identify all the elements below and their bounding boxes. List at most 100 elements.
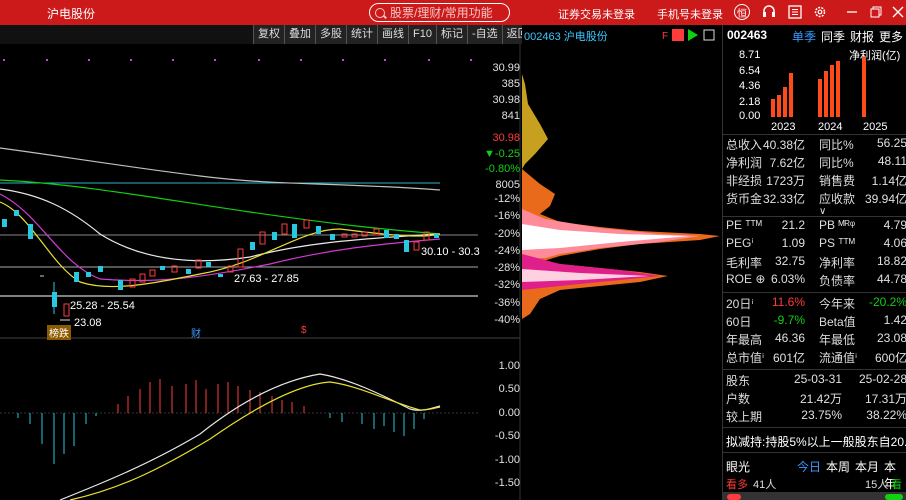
year-label: 2024: [818, 121, 843, 133]
ma-line-green: [0, 179, 441, 235]
perf-row: 20日ⁱ 11.6% 今年来 -20.2%: [723, 295, 906, 313]
fin-label: 同比%: [819, 138, 854, 152]
toolbar-fuquan-button[interactable]: 复权: [253, 25, 284, 44]
perf-value: 46.36: [774, 331, 805, 345]
holder-label: 户数: [726, 392, 751, 406]
price-label: 8005: [495, 179, 520, 191]
macd-axis: 1.00 0.50 0.00 -0.50 -1.00 -1.50: [482, 360, 522, 495]
fin-value: 32.33亿: [762, 192, 805, 206]
fin-value: 48.11: [877, 154, 906, 168]
fin-row: 总收入 40.38亿 同比% 56.25: [723, 136, 906, 154]
val-label: 净利率: [819, 256, 856, 270]
toolbar-draw-line-button[interactable]: 画线: [377, 25, 408, 44]
holder-value: 21.42万: [799, 392, 842, 406]
range-label-mid: 27.63 - 27.85: [234, 273, 299, 285]
val-value: 21.2: [781, 218, 805, 232]
tab-report[interactable]: 财报: [850, 28, 874, 45]
drop-tag[interactable]: 榜跌: [47, 325, 71, 340]
holder-row: 较上期 23.75% 38.22%: [723, 408, 906, 426]
eye-tab-today[interactable]: 今日: [797, 458, 821, 475]
dollar-tag[interactable]: $: [301, 325, 307, 336]
minimize-icon[interactable]: [844, 4, 860, 20]
holder-value: 25-02-28: [858, 372, 906, 386]
tab-same-quarter[interactable]: 同季: [821, 28, 845, 45]
price-label: -20%: [494, 228, 520, 240]
bear-count: 15人: [865, 479, 889, 491]
kline-chart[interactable]: [0, 44, 722, 500]
sentiment-bar: [723, 492, 906, 500]
macd-histogram: [17, 379, 425, 464]
price-label: -12%: [494, 193, 520, 205]
divider: [723, 369, 906, 370]
holder-label: 较上期: [726, 410, 763, 424]
perf-label: 20日ⁱ: [726, 297, 754, 311]
val-value: 6.03%: [770, 272, 805, 286]
chart-toolbar: 复权 叠加 多股 统计 画线 F10 标记 -自选 返回: [253, 25, 533, 44]
bull-count: 41人: [753, 479, 777, 491]
val-row: ROE ⊕ 6.03% 负债率 44.78: [723, 272, 906, 290]
val-row: 毛利率 32.75 净利率 18.82: [723, 254, 906, 272]
divider: [723, 292, 906, 293]
perf-row: 60日 -9.7% Beta值 1.42: [723, 313, 906, 331]
val-label: PE ᵀᵀᴹ: [726, 218, 762, 232]
quote-header-icons[interactable]: F: [662, 28, 718, 42]
menu-icon[interactable]: [787, 4, 803, 20]
toolbar-stats-button[interactable]: 统计: [346, 25, 377, 44]
divider: [723, 427, 906, 428]
close-icon[interactable]: [890, 4, 906, 20]
price-label: 30.98: [492, 94, 520, 106]
search-placeholder: 股票/理财/常用功能: [390, 6, 493, 20]
toolbar-remove-watchlist-button[interactable]: -自选: [466, 25, 502, 44]
ma-line-grey: [0, 147, 441, 191]
search-icon: [375, 7, 385, 18]
phone-login-link[interactable]: 手机号未登录: [657, 6, 723, 22]
eye-tab-week[interactable]: 本周: [826, 458, 850, 475]
perf-label: 年最高: [726, 333, 763, 347]
tab-more[interactable]: 更多: [879, 28, 903, 45]
fin-value: 56.25: [876, 136, 906, 150]
val-label: PB ᴹᴿᵠ: [819, 218, 856, 232]
restore-icon[interactable]: [868, 4, 884, 20]
bar-axis-label: 4.36: [739, 80, 761, 92]
signal-dots: [3, 59, 472, 61]
price-label: -32%: [494, 279, 520, 291]
fin-label: 应收款: [819, 192, 856, 206]
svg-text:F: F: [662, 31, 668, 42]
price-label: -36%: [494, 297, 520, 309]
finance-tag[interactable]: 财: [191, 325, 201, 340]
divider: [723, 216, 906, 217]
price-label: 841: [501, 110, 520, 122]
gear-icon[interactable]: [812, 4, 828, 20]
perf-value: -9.7%: [773, 313, 805, 327]
perf-label: Beta值: [819, 315, 856, 329]
perf-value: 23.08: [876, 331, 906, 345]
perf-value: 601亿: [772, 351, 805, 365]
fin-row: 净利润 7.62亿 同比% 48.11: [723, 154, 906, 172]
fin-row: 非经损 1723万 销售费 1.14亿: [723, 172, 906, 190]
fin-value: 7.62亿: [769, 156, 805, 170]
val-label: 负债率: [819, 274, 856, 288]
macd-label: 1.00: [498, 360, 520, 372]
price-label: 385: [501, 78, 520, 90]
trade-login-link[interactable]: 证券交易未登录: [558, 6, 635, 22]
toolbar-f10-button[interactable]: F10: [408, 25, 436, 44]
fin-value: 1.14亿: [871, 174, 906, 188]
search-input[interactable]: 股票/理财/常用功能: [369, 3, 510, 22]
tab-single-quarter[interactable]: 单季: [792, 28, 816, 45]
brand-logo-icon[interactable]: 恒: [734, 4, 750, 20]
val-label: 毛利率: [726, 256, 763, 270]
price-label: ▼-0.25: [484, 148, 520, 160]
sentiment-bull-fill: [727, 494, 741, 500]
quote-header: 002463 沪电股份 F: [522, 25, 722, 44]
range-label-high: 30.10 - 30.3: [421, 246, 480, 258]
toolbar-multi-stock-button[interactable]: 多股: [315, 25, 346, 44]
holder-row: 户数 21.42万 17.31万: [723, 390, 906, 408]
news-headline[interactable]: 拟减持:持股5%以上一般股东自20...: [726, 433, 906, 450]
toolbar-mark-button[interactable]: 标记: [435, 25, 467, 44]
eye-tab-month[interactable]: 本月: [855, 458, 879, 475]
headset-icon[interactable]: [761, 4, 777, 20]
val-value: 18.82: [876, 254, 906, 268]
title-bar: 沪电股份 股票/理财/常用功能 证券交易未登录 手机号未登录 恒: [0, 0, 906, 25]
bar-axis-label: 8.71: [739, 49, 761, 61]
toolbar-overlay-button[interactable]: 叠加: [284, 25, 315, 44]
